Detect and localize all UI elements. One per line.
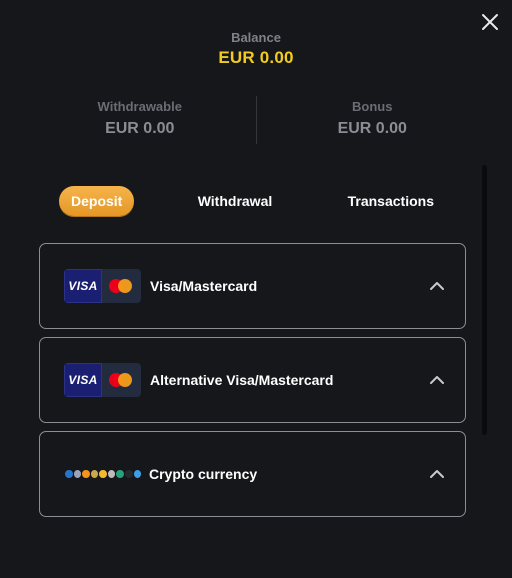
mastercard-logo (102, 363, 141, 397)
payment-method-name: Visa/Mastercard (150, 278, 258, 294)
tab-withdrawal[interactable]: Withdrawal (186, 187, 285, 215)
crypto-coins-icon (64, 457, 143, 491)
payment-method-name: Crypto currency (149, 466, 258, 482)
withdrawable-column: Withdrawable EUR 0.00 (24, 96, 256, 144)
visa-logo: VISA (64, 269, 102, 303)
bonus-value: EUR 0.00 (337, 120, 407, 137)
withdrawable-label: Withdrawable (97, 99, 182, 114)
payment-method-name: Alternative Visa/Mastercard (150, 372, 334, 388)
payment-method-visa-mastercard[interactable]: VISA Visa/Mastercard (39, 243, 466, 329)
balance-breakdown: Withdrawable EUR 0.00 Bonus EUR 0.00 (24, 96, 488, 144)
visa-logo: VISA (64, 363, 102, 397)
tab-deposit[interactable]: Deposit (59, 186, 135, 216)
chevron-up-icon[interactable] (429, 278, 445, 294)
bonus-column: Bonus EUR 0.00 (257, 96, 489, 144)
scrollbar[interactable] (482, 165, 487, 435)
payment-method-crypto[interactable]: Crypto currency (39, 431, 466, 517)
chevron-up-icon[interactable] (429, 466, 445, 482)
visa-mastercard-logo: VISA (64, 269, 141, 303)
bonus-label: Bonus (352, 99, 393, 114)
mastercard-logo (102, 269, 141, 303)
tab-transactions[interactable]: Transactions (336, 187, 446, 215)
payment-method-alternative-visa-mastercard[interactable]: VISA Alternative Visa/Mastercard (39, 337, 466, 423)
visa-mastercard-logo: VISA (64, 363, 141, 397)
withdrawable-value: EUR 0.00 (105, 120, 175, 137)
balance-value: EUR 0.00 (218, 48, 294, 67)
tab-bar: Deposit Withdrawal Transactions (39, 186, 466, 216)
balance-label: Balance (231, 30, 281, 45)
balance-section: Balance EUR 0.00 (0, 30, 512, 68)
close-icon[interactable] (480, 12, 500, 32)
chevron-up-icon[interactable] (429, 372, 445, 388)
